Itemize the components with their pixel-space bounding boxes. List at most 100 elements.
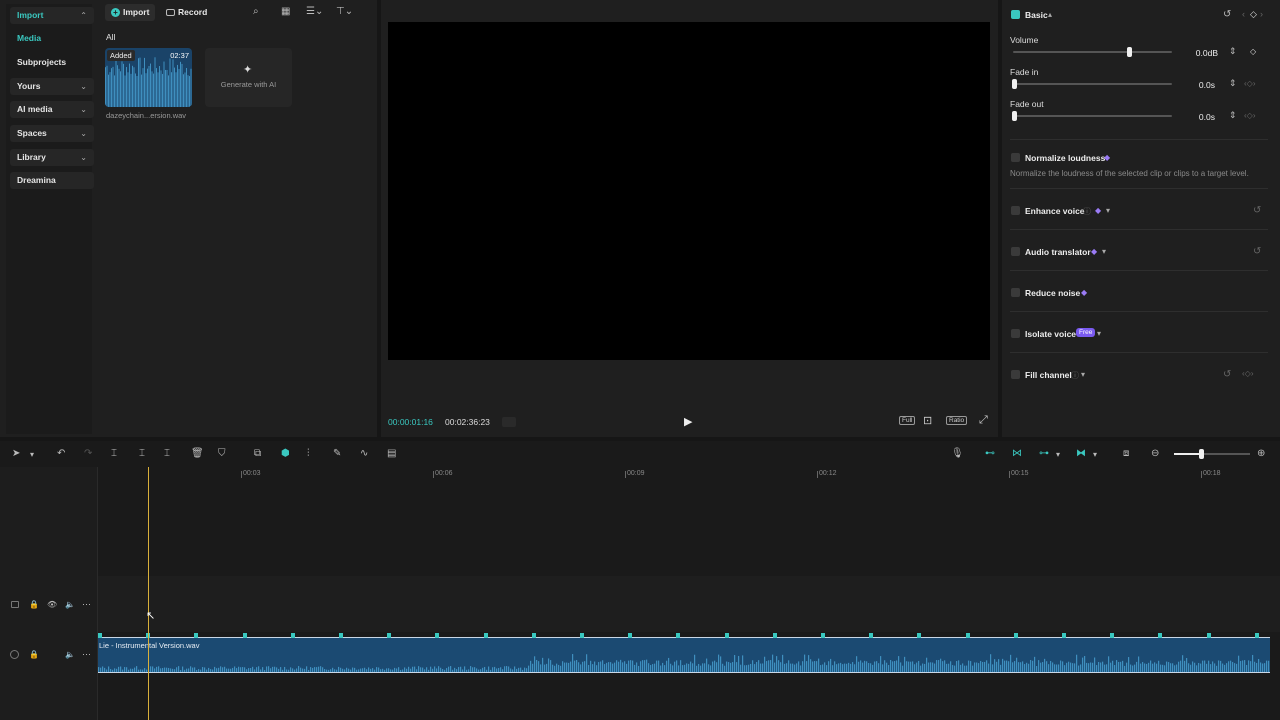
fade-in-value[interactable]: 0.0s bbox=[1175, 80, 1215, 90]
keyframe-nav-icon[interactable]: ‹◇› bbox=[1244, 79, 1255, 88]
info-icon[interactable]: ⓘ bbox=[1083, 206, 1091, 217]
equalizer-icon[interactable]: ⫶ bbox=[307, 448, 310, 459]
audio-clip[interactable]: Lie - Instrumental Version.wav bbox=[98, 637, 1270, 673]
nav-media[interactable]: Media bbox=[17, 33, 41, 43]
audio-wave-icon[interactable]: ∿ bbox=[360, 448, 368, 459]
chevron-down-icon[interactable]: ▾ bbox=[1097, 329, 1101, 338]
nav-yours[interactable]: Yours ⌄ bbox=[10, 78, 94, 95]
volume-value[interactable]: 0.0dB bbox=[1178, 48, 1218, 58]
sort-icon[interactable]: ☰⌄ bbox=[306, 6, 323, 17]
microphone-icon[interactable]: 🎙 bbox=[951, 448, 964, 459]
media-item-thumbnail[interactable]: Added 02:37 bbox=[105, 48, 192, 107]
view-grid-icon[interactable]: ▦ bbox=[281, 6, 290, 17]
isolate-voice-checkbox[interactable] bbox=[1011, 329, 1020, 338]
fullscreen-icon[interactable]: ⤢ bbox=[979, 414, 988, 427]
play-icon[interactable]: ▶ bbox=[684, 415, 692, 428]
keyframe-nav-icon[interactable]: ‹◇› bbox=[1242, 369, 1253, 378]
volume-slider[interactable] bbox=[1013, 47, 1172, 57]
cover-icon[interactable] bbox=[11, 601, 19, 608]
zoom-slider-thumb[interactable] bbox=[1199, 449, 1204, 459]
full-quality-button[interactable]: Full bbox=[899, 416, 916, 425]
keyframe-icon[interactable]: ◇ bbox=[1250, 9, 1257, 20]
stepper-icon[interactable]: ⇕ bbox=[1229, 110, 1237, 121]
speaker-icon[interactable]: 🔈 bbox=[65, 650, 75, 659]
lock-icon[interactable]: 🔒 bbox=[29, 650, 39, 659]
generate-with-ai-tile[interactable]: ✦ Generate with AI bbox=[205, 48, 292, 107]
import-button[interactable]: + Import bbox=[105, 4, 155, 21]
chevron-down-icon[interactable]: ▾ bbox=[1102, 247, 1106, 256]
preview-canvas[interactable] bbox=[388, 22, 990, 360]
split-right-icon[interactable]: ⌶ bbox=[164, 448, 170, 459]
reduce-noise-checkbox[interactable] bbox=[1011, 288, 1020, 297]
magnet-icon[interactable]: ⋈ bbox=[1012, 448, 1022, 459]
volume-slider-thumb[interactable] bbox=[1127, 47, 1132, 57]
undo-icon[interactable]: ↶ bbox=[57, 448, 65, 459]
stepper-icon[interactable]: ⇕ bbox=[1229, 78, 1237, 89]
zoom-slider[interactable] bbox=[1174, 449, 1250, 459]
split-left-icon[interactable]: ⌶ bbox=[139, 448, 145, 459]
main-video-track[interactable] bbox=[98, 576, 1280, 632]
shield-icon[interactable]: ⛉ bbox=[218, 448, 226, 459]
link-icon[interactable]: ⊷ bbox=[985, 448, 995, 459]
preview-axis-icon[interactable]: ⧈ bbox=[1123, 448, 1129, 459]
reset-icon[interactable]: ↺ bbox=[1223, 369, 1231, 380]
timecode-toggle[interactable] bbox=[502, 417, 516, 427]
search-icon[interactable]: ⌕ bbox=[253, 6, 259, 17]
keyframe-nav-icon[interactable]: ‹◇› bbox=[1244, 111, 1255, 120]
select-tool-icon[interactable]: ➤ bbox=[12, 448, 20, 459]
nav-subprojects[interactable]: Subprojects bbox=[10, 54, 94, 71]
track-mode-icon[interactable]: ⧓ bbox=[1076, 448, 1086, 459]
speaker-icon[interactable]: 🔈 bbox=[65, 600, 75, 609]
nav-library[interactable]: Library ⌄ bbox=[10, 149, 94, 166]
nav-ai-media[interactable]: AI media ⌄ bbox=[10, 101, 94, 118]
stepper-icon[interactable]: ⇕ bbox=[1229, 46, 1237, 57]
normalize-checkbox[interactable] bbox=[1011, 153, 1020, 162]
keyframe-icon[interactable]: ◇ bbox=[1250, 47, 1256, 56]
nav-dreamina[interactable]: Dreamina bbox=[10, 172, 94, 189]
next-keyframe-icon[interactable]: › bbox=[1260, 9, 1263, 19]
chevron-down-icon[interactable]: ▾ bbox=[30, 450, 34, 459]
magic-edit-icon[interactable]: ✎ bbox=[333, 448, 341, 459]
chevron-down-icon[interactable]: ▾ bbox=[1056, 450, 1060, 459]
enhance-voice-label: Enhance voice bbox=[1025, 206, 1085, 216]
delete-icon[interactable]: 🗑 bbox=[191, 448, 204, 459]
chevron-up-icon[interactable]: ▴ bbox=[1048, 10, 1052, 19]
fade-in-slider-thumb[interactable] bbox=[1012, 79, 1017, 89]
zoom-in-icon[interactable]: ⊕ bbox=[1257, 448, 1265, 459]
filter-icon[interactable]: ⊤⌄ bbox=[336, 6, 353, 17]
filter-all[interactable]: All bbox=[106, 32, 115, 42]
enhance-voice-checkbox[interactable] bbox=[1011, 206, 1020, 215]
beat-marker-icon[interactable]: ⬢ bbox=[281, 448, 290, 459]
chevron-down-icon[interactable]: ▾ bbox=[1081, 370, 1085, 379]
split-icon[interactable]: ⌶ bbox=[111, 448, 117, 459]
record-button[interactable]: Record bbox=[162, 4, 212, 21]
fade-out-slider[interactable] bbox=[1012, 111, 1172, 121]
fade-out-value[interactable]: 0.0s bbox=[1175, 112, 1215, 122]
basic-checkbox[interactable] bbox=[1011, 10, 1020, 19]
playhead[interactable] bbox=[148, 467, 149, 720]
zoom-out-icon[interactable]: ⊖ bbox=[1151, 448, 1159, 459]
caption-icon[interactable]: ▤ bbox=[387, 448, 396, 459]
lock-icon[interactable]: 🔒 bbox=[29, 600, 39, 609]
more-icon[interactable]: ⋯ bbox=[82, 649, 91, 660]
reset-icon[interactable]: ↺ bbox=[1223, 9, 1231, 20]
reset-icon[interactable]: ↺ bbox=[1253, 205, 1261, 216]
fade-in-slider[interactable] bbox=[1012, 79, 1172, 89]
audio-translator-checkbox[interactable] bbox=[1011, 247, 1020, 256]
fade-out-slider-thumb[interactable] bbox=[1012, 111, 1017, 121]
more-icon[interactable]: ⋯ bbox=[82, 599, 91, 610]
ratio-button[interactable]: Ratio bbox=[946, 416, 968, 425]
snap-icon[interactable]: ⊶ bbox=[1039, 448, 1049, 459]
eye-icon[interactable]: 👁 bbox=[47, 600, 57, 609]
nav-spaces[interactable]: Spaces ⌄ bbox=[10, 125, 94, 142]
redo-icon[interactable]: ↷ bbox=[84, 448, 92, 459]
media-adjust-icon[interactable]: ⧉ bbox=[254, 448, 261, 459]
chevron-down-icon[interactable]: ▾ bbox=[1093, 450, 1097, 459]
nav-import[interactable]: Import ⌃ bbox=[10, 7, 94, 24]
zoom-fit-icon[interactable]: ⊡ bbox=[923, 414, 932, 427]
chevron-down-icon[interactable]: ▾ bbox=[1106, 206, 1110, 215]
fill-channel-checkbox[interactable] bbox=[1011, 370, 1020, 379]
info-icon[interactable]: ⓘ bbox=[1071, 370, 1079, 381]
reset-icon[interactable]: ↺ bbox=[1253, 246, 1261, 257]
prev-keyframe-icon[interactable]: ‹ bbox=[1242, 9, 1245, 19]
